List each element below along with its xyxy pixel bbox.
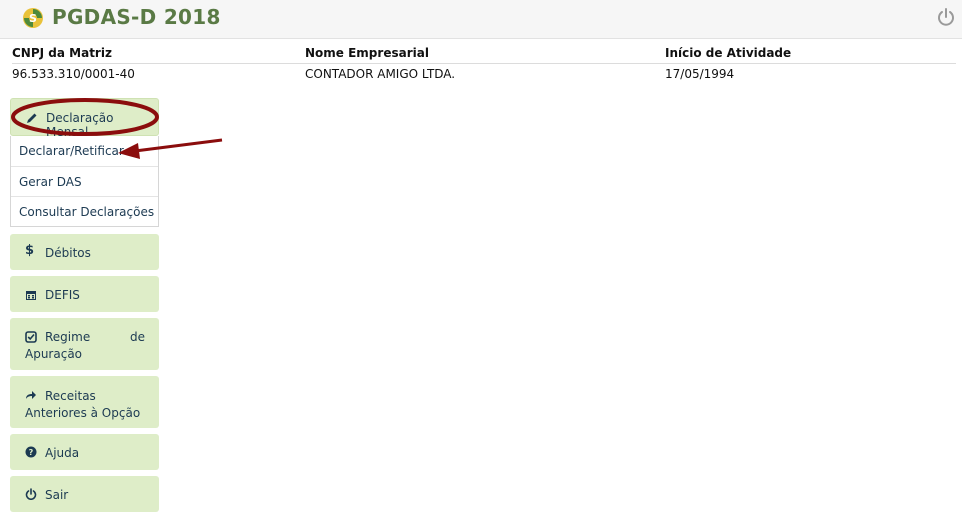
menu-regime-apuracao[interactable]: Regime de Apuração xyxy=(10,318,159,370)
menu-declaracao-label: Declaração Mensal xyxy=(46,111,114,139)
cnpj-header: CNPJ da Matriz xyxy=(12,46,112,60)
app-title: PGDAS-D 2018 xyxy=(52,5,221,29)
nome-empresarial-header: Nome Empresarial xyxy=(305,46,429,60)
check-square-icon xyxy=(25,331,37,343)
menu-defis-label: DEFIS xyxy=(45,288,80,302)
pencil-icon xyxy=(27,113,37,123)
question-circle-icon: ? xyxy=(25,446,37,458)
menu-regime-label-2: de xyxy=(130,330,145,344)
cnpj-value: 96.533.310/0001-40 xyxy=(12,67,135,81)
menu-receitas-label-1: Receitas xyxy=(45,389,96,403)
menu-receitas-label-2: Anteriores à Opção xyxy=(25,406,141,420)
inicio-atividade-header: Início de Atividade xyxy=(665,46,792,60)
menu-debitos-label: Débitos xyxy=(45,246,91,260)
submenu-declarar-retificar[interactable]: Declarar/Retificar xyxy=(11,136,158,166)
svg-text:S: S xyxy=(29,12,37,25)
menu-sair-label: Sair xyxy=(45,488,69,502)
dollar-icon: $ xyxy=(25,243,35,258)
menu-sair[interactable]: Sair xyxy=(10,476,159,512)
menu-defis[interactable]: DEFIS xyxy=(10,276,159,312)
simples-nacional-logo-icon: S xyxy=(23,8,43,28)
nome-empresarial-value: CONTADOR AMIGO LTDA. xyxy=(305,67,456,81)
app-header: S PGDAS-D 2018 xyxy=(0,0,962,39)
info-divider xyxy=(12,63,956,64)
menu-ajuda[interactable]: ? Ajuda xyxy=(10,434,159,470)
share-arrow-icon xyxy=(26,391,36,399)
menu-ajuda-label: Ajuda xyxy=(45,446,80,460)
logout-power-icon[interactable] xyxy=(936,7,956,27)
submenu-consultar-declaracoes[interactable]: Consultar Declarações xyxy=(11,196,158,226)
menu-debitos[interactable]: $ Débitos xyxy=(10,234,159,270)
calendar-icon xyxy=(26,291,36,300)
menu-receitas-anteriores[interactable]: Receitas Anteriores à Opção xyxy=(10,376,159,428)
menu-declaracao-mensal[interactable]: Declaração Mensal xyxy=(10,98,159,139)
submenu-gerar-das[interactable]: Gerar DAS xyxy=(11,166,158,196)
inicio-atividade-value: 17/05/1994 xyxy=(665,67,735,81)
power-icon xyxy=(25,488,37,500)
menu-regime-label-1: Regime xyxy=(45,330,91,344)
declaracao-submenu: Declarar/Retificar Gerar DAS Consultar D… xyxy=(10,136,159,227)
menu-regime-label-3: Apuração xyxy=(25,347,83,361)
svg-text:?: ? xyxy=(29,448,34,457)
